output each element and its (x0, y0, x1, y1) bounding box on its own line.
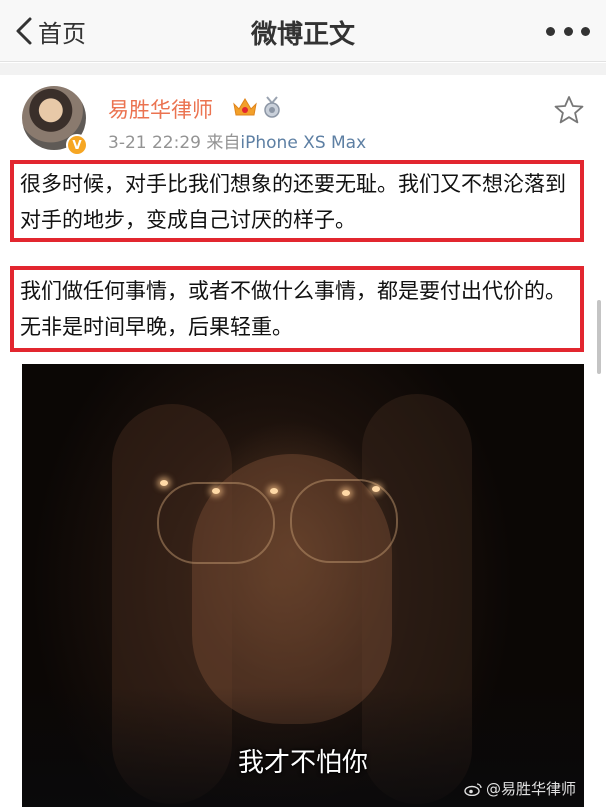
post-image[interactable]: 我才不怕你 @易胜华律师 (22, 364, 584, 807)
top-nav-bar: 首页 微博正文 (0, 0, 606, 62)
medal-icon (264, 96, 280, 118)
source-prefix: 来自 (206, 133, 241, 153)
author-name[interactable]: 易胜华律师 (108, 94, 213, 124)
post-meta: 3-21 22:29 来自iPhone XS Max (108, 128, 366, 153)
post-time: 3-21 22:29 (108, 133, 201, 153)
more-button[interactable] (546, 20, 590, 42)
image-subtitle: 我才不怕你 (237, 748, 368, 778)
crown-icon (233, 98, 257, 116)
post-paragraph-2: 我们做任何事情，或者不做什么事情，都是要付出代价的。无非是时间早晚，后果轻重。 (20, 279, 566, 339)
scrollbar[interactable] (597, 300, 601, 374)
watermark-text: @易胜华律师 (485, 780, 576, 798)
post-paragraph-1: 很多时候，对手比我们想象的还要无耻。我们又不想沦落到对手的地步，变成自己讨厌的样… (20, 172, 566, 232)
weibo-logo-icon (464, 782, 482, 796)
page-title: 微博正文 (250, 20, 355, 50)
verified-v-icon: V (66, 134, 88, 156)
image-watermark: @易胜华律师 (464, 778, 576, 799)
section-gap (0, 63, 606, 75)
star-icon[interactable] (554, 95, 584, 125)
more-dots-icon (546, 26, 555, 36)
source-link[interactable]: iPhone XS Max (240, 133, 366, 153)
